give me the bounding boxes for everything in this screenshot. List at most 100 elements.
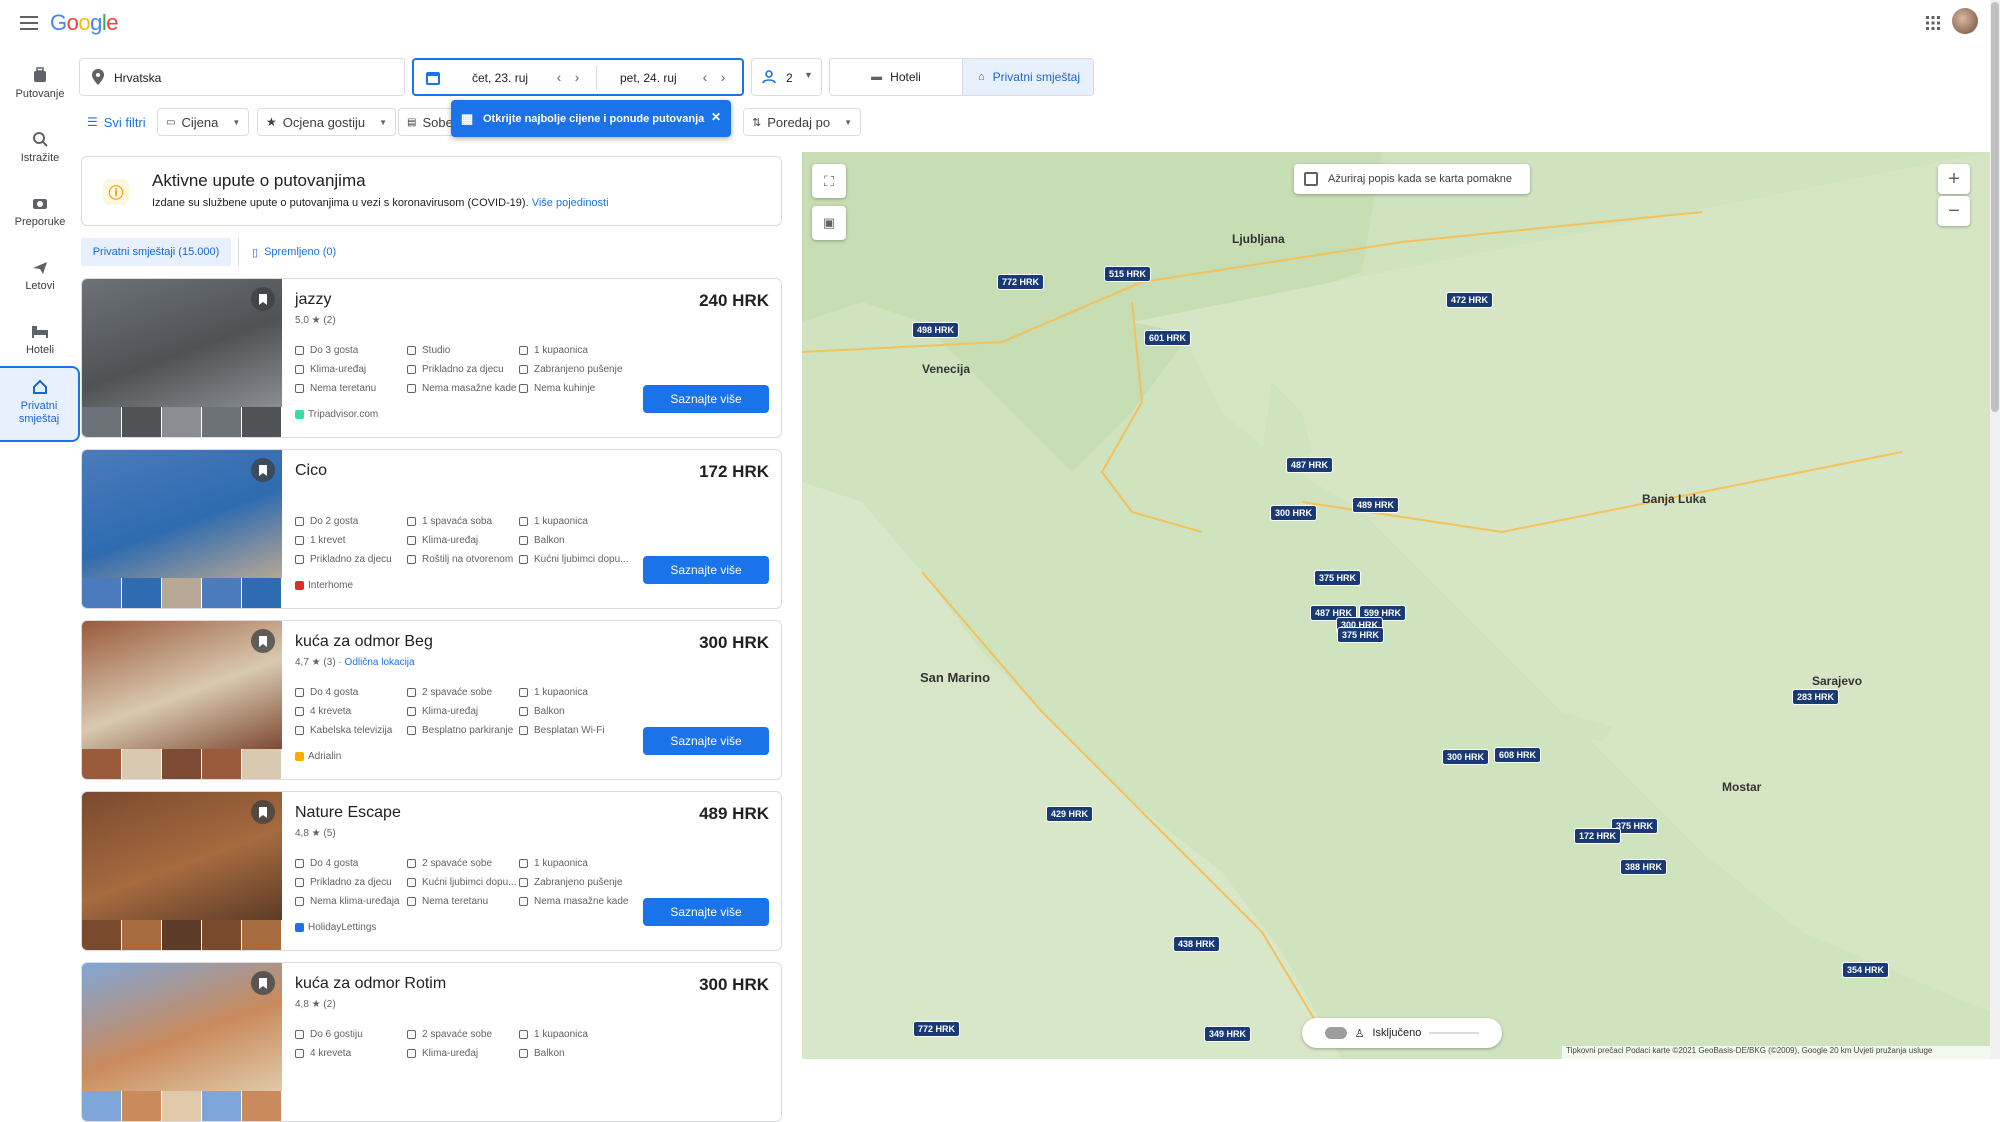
listing-thumbnail[interactable] — [122, 578, 162, 608]
listing-thumbnail[interactable] — [242, 920, 282, 950]
checkin-next-icon[interactable]: › — [570, 69, 584, 85]
learn-more-button[interactable]: Saznajte više — [643, 556, 769, 584]
scrollbar-thumb[interactable] — [1991, 2, 1999, 412]
checkout-value[interactable]: pet, 24. ruj — [620, 71, 677, 85]
listing-name[interactable]: kuća za odmor Beg — [295, 633, 433, 651]
map-price-pin[interactable]: 429 HRK — [1046, 806, 1094, 822]
listing-thumbnail[interactable] — [162, 749, 202, 779]
map-price-pin[interactable]: 608 HRK — [1494, 747, 1542, 763]
nav-item-letovi[interactable]: Letovi — [0, 248, 80, 310]
listing-name[interactable]: Cico — [295, 462, 327, 480]
tab-hotels[interactable]: ▬ Hoteli — [830, 59, 962, 95]
zoom-in-button[interactable]: + — [1938, 164, 1970, 194]
listing-name[interactable]: kuća za odmor Rotim — [295, 975, 446, 993]
listing-thumbnail[interactable] — [162, 578, 202, 608]
listing-card[interactable]: kuća za odmor Beg 4,7 ★ (3) · Odlična lok… — [81, 620, 782, 780]
learn-more-button[interactable]: Saznajte više — [643, 898, 769, 926]
listing-thumbnail[interactable] — [242, 749, 282, 779]
apps-grid-icon[interactable] — [1922, 12, 1944, 34]
menu-icon[interactable] — [18, 12, 40, 34]
listing-thumbnail[interactable] — [162, 1091, 202, 1121]
listing-thumbnail[interactable] — [202, 1091, 242, 1121]
page-scrollbar[interactable] — [1990, 0, 2000, 1059]
map[interactable]: ⛶ ▣ Ažuriraj popis kada se karta pomakne… — [802, 152, 1990, 1059]
street-view-toggle[interactable]: ♙ Isključeno — [1302, 1018, 1502, 1048]
nav-item-hoteli[interactable]: Hoteli — [0, 312, 80, 374]
map-price-pin[interactable]: 601 HRK — [1144, 330, 1192, 346]
tab-results-count[interactable]: Privatni smještaji (15.000) — [81, 238, 231, 266]
map-price-pin[interactable]: 172 HRK — [1574, 828, 1622, 844]
avatar[interactable] — [1952, 8, 1978, 34]
location-input[interactable]: Hrvatska — [79, 58, 405, 96]
bookmark-icon[interactable] — [251, 629, 275, 653]
map-price-pin[interactable]: 772 HRK — [913, 1021, 961, 1037]
listing-card[interactable]: Nature Escape 4,8 ★ (5) 489 HRK Do 4 gosta 2… — [81, 791, 782, 951]
map-price-pin[interactable]: 300 HRK — [1442, 749, 1490, 765]
nav-item-privatni-smjestaj[interactable]: Privatni smještaj — [0, 366, 80, 442]
checkin-value[interactable]: čet, 23. ruj — [472, 71, 528, 85]
date-picker[interactable]: čet, 23. ruj ‹ › pet, 24. ruj ‹ › — [412, 58, 744, 96]
listing-thumbnail[interactable] — [122, 407, 162, 437]
map-price-pin[interactable]: 349 HRK — [1204, 1026, 1252, 1042]
map-price-pin[interactable]: 498 HRK — [912, 322, 960, 338]
bookmark-icon[interactable] — [251, 971, 275, 995]
map-price-pin[interactable]: 375 HRK — [1337, 627, 1385, 643]
listing-thumbnail[interactable] — [202, 407, 242, 437]
checkout-prev-icon[interactable]: ‹ — [698, 69, 712, 85]
map-price-pin[interactable]: 438 HRK — [1173, 936, 1221, 952]
transit-layer-icon[interactable]: ▣ — [812, 206, 846, 240]
listing-thumbnail[interactable] — [82, 1091, 122, 1121]
listing-thumbnails[interactable] — [82, 407, 282, 437]
zoom-slider[interactable] — [1429, 1032, 1480, 1034]
listing-thumbnail[interactable] — [202, 578, 242, 608]
map-price-pin[interactable]: 375 HRK — [1314, 570, 1362, 586]
map-price-pin[interactable]: 489 HRK — [1352, 497, 1400, 513]
fullscreen-icon[interactable]: ⛶ — [812, 164, 846, 198]
checkin-prev-icon[interactable]: ‹ — [552, 69, 566, 85]
listing-thumbnail[interactable] — [162, 407, 202, 437]
checkbox-icon[interactable] — [1304, 172, 1318, 186]
listing-thumbnails[interactable] — [82, 920, 282, 950]
listing-card[interactable]: jazzy 5,0 ★ (2) 240 HRK Do 3 gosta Studio 1 k… — [81, 278, 782, 438]
learn-more-button[interactable]: Saznajte više — [643, 385, 769, 413]
tab-private-stays[interactable]: ⌂ Privatni smještaj — [962, 59, 1093, 95]
map-price-pin[interactable]: 283 HRK — [1792, 689, 1840, 705]
map-price-pin[interactable]: 354 HRK — [1842, 962, 1890, 978]
advisory-link[interactable]: Više pojedinosti — [532, 197, 609, 209]
nav-item-istrazite[interactable]: Istražite — [0, 120, 80, 182]
listing-name[interactable]: Nature Escape — [295, 804, 401, 822]
rooms-filter-chip[interactable]: ▤ Sobe — [398, 108, 456, 136]
listing-thumbnail[interactable] — [82, 920, 122, 950]
guests-selector[interactable]: 2 ▼ — [751, 58, 822, 96]
update-on-move-toggle[interactable]: Ažuriraj popis kada se karta pomakne — [1294, 164, 1530, 194]
listing-thumbnail[interactable] — [202, 920, 242, 950]
listing-thumbnail[interactable] — [202, 749, 242, 779]
listing-thumbnail[interactable] — [82, 407, 122, 437]
listing-card[interactable]: kuća za odmor Rotim 4,8 ★ (2) 300 HRK Do 6 … — [81, 962, 782, 1122]
listing-thumbnail[interactable] — [122, 920, 162, 950]
listing-card[interactable]: Cico 172 HRK Do 2 gosta 1 spavaća soba 1 kup… — [81, 449, 782, 609]
bookmark-icon[interactable] — [251, 287, 275, 311]
price-filter-chip[interactable]: ▭ Cijena ▼ — [157, 108, 250, 136]
all-filters-button[interactable]: ☰ Svi filtri — [79, 108, 154, 136]
nav-item-preporuke[interactable]: Preporuke — [0, 184, 80, 246]
checkout-next-icon[interactable]: › — [716, 69, 730, 85]
tab-saved[interactable]: ▯ Spremljeno (0) — [252, 238, 336, 266]
listing-name[interactable]: jazzy — [295, 291, 331, 309]
zoom-out-button[interactable]: − — [1938, 196, 1970, 226]
listing-thumbnails[interactable] — [82, 1091, 282, 1121]
listing-thumbnail[interactable] — [82, 578, 122, 608]
map-price-pin[interactable]: 487 HRK — [1286, 457, 1334, 473]
listing-thumbnail[interactable] — [122, 1091, 162, 1121]
close-icon[interactable]: ✕ — [709, 110, 723, 124]
listing-thumbnail[interactable] — [122, 749, 162, 779]
sort-chip[interactable]: ⇅ Poredaj po ▼ — [743, 108, 862, 136]
listing-thumbnail[interactable] — [242, 407, 282, 437]
bookmark-icon[interactable] — [251, 800, 275, 824]
learn-more-button[interactable]: Saznajte više — [643, 727, 769, 755]
bookmark-icon[interactable] — [251, 458, 275, 482]
map-price-pin[interactable]: 515 HRK — [1104, 266, 1152, 282]
listing-thumbnail[interactable] — [242, 578, 282, 608]
map-price-pin[interactable]: 472 HRK — [1446, 292, 1494, 308]
listing-thumbnail[interactable] — [82, 749, 122, 779]
